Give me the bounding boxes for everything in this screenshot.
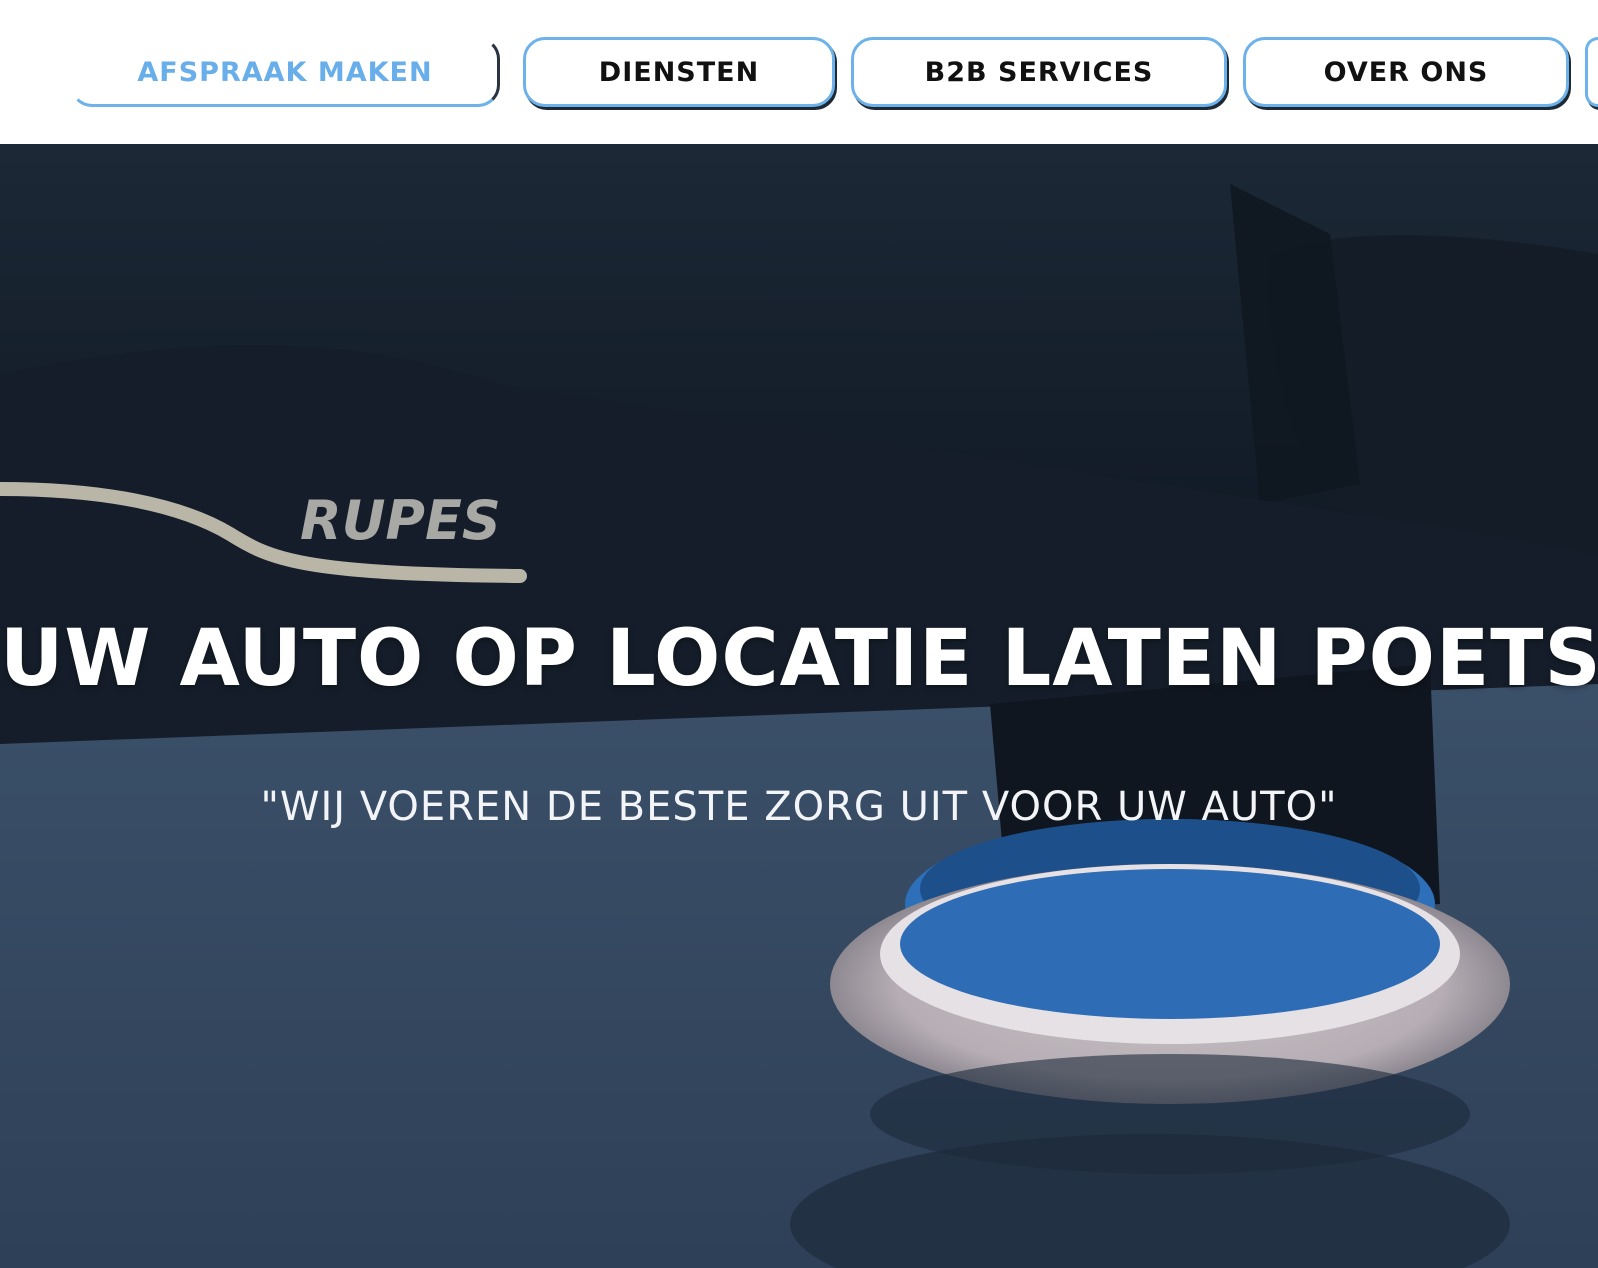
nav-button-b2b-services[interactable]: B2B SERVICES [851, 37, 1227, 107]
site-header: AFSPRAAK MAKEN DIENSTEN B2B SERVICES OVE… [0, 0, 1598, 144]
hero-section: RUPES UW AUTO OP LOCATIE LATEN POETSEN "… [0, 144, 1598, 1268]
nav-button-overflow[interactable] [1585, 37, 1598, 107]
hero-title: UW AUTO OP LOCATIE LATEN POETSEN [0, 614, 1598, 704]
nav-button-diensten[interactable]: DIENSTEN [523, 37, 835, 107]
nav-button-afspraak-maken[interactable]: AFSPRAAK MAKEN [70, 37, 500, 107]
hero-subtitle: "WIJ VOEREN DE BESTE ZORG UIT VOOR UW AU… [260, 784, 1338, 830]
hero-background-image: RUPES [0, 144, 1598, 1268]
nav-button-over-ons[interactable]: OVER ONS [1243, 37, 1569, 107]
rupes-logo-text: RUPES [300, 489, 501, 552]
